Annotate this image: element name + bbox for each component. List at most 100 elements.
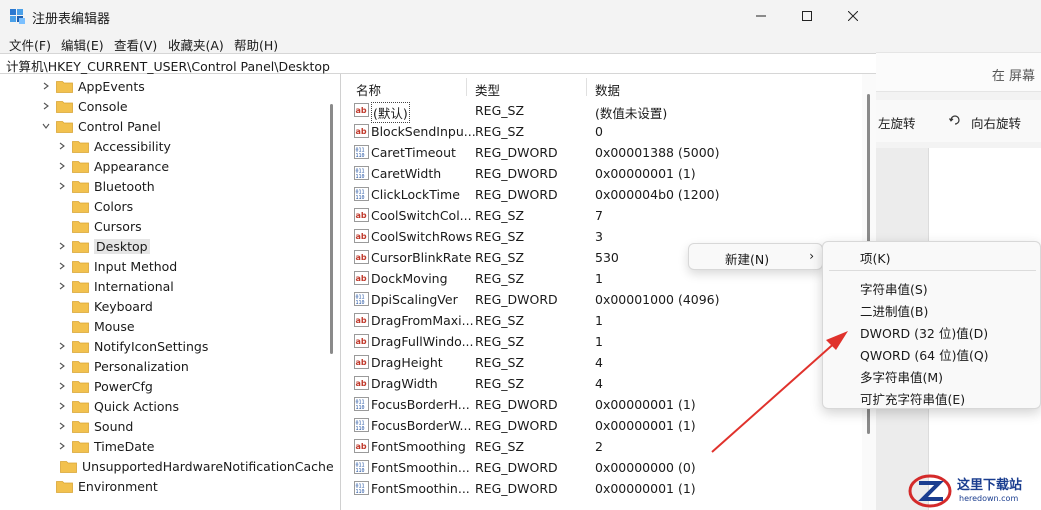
tree-item[interactable]: NotifyIconSettings <box>0 336 330 356</box>
table-row[interactable]: 011 110 FontSmoothin... REG_DWORD 0x00000000… <box>346 457 858 478</box>
tree-item[interactable]: Desktop <box>0 236 330 256</box>
tree-item[interactable]: Mouse <box>0 316 330 336</box>
minimize-button[interactable] <box>738 0 784 32</box>
chevron-right-icon[interactable] <box>40 76 52 96</box>
rotate-left-button[interactable]: 左旋转 <box>878 113 916 132</box>
tree-item[interactable]: Cursors <box>0 216 330 236</box>
column-separator[interactable] <box>466 78 467 96</box>
menu-help[interactable]: 帮助(H) <box>234 35 278 54</box>
value-data: 3 <box>595 229 603 244</box>
chevron-right-icon[interactable] <box>40 96 52 116</box>
table-row[interactable]: ab DragHeight REG_SZ 4 <box>346 352 858 373</box>
table-row[interactable]: 011 110 FontSmoothin... REG_DWORD 0x00000001… <box>346 478 858 499</box>
table-row[interactable]: ab (默认) REG_SZ (数值未设置) <box>346 100 858 123</box>
rotate-right-button[interactable]: 向右旋转 <box>971 113 1021 132</box>
submenu-item-key[interactable]: 项(K) <box>860 248 890 267</box>
chevron-right-icon[interactable] <box>56 396 68 416</box>
menu-view[interactable]: 查看(V) <box>114 35 157 54</box>
chevron-down-icon[interactable] <box>40 116 52 136</box>
value-name: CaretTimeout <box>371 145 456 160</box>
table-row[interactable]: ab BlockSendInpu... REG_SZ 0 <box>346 121 858 142</box>
table-row[interactable]: 011 110 FocusBorderW... REG_DWORD 0x00000001… <box>346 415 858 436</box>
tree-item[interactable]: Input Method <box>0 256 330 276</box>
tree-item-label: Appearance <box>94 158 170 174</box>
tree-item-label: Environment <box>78 478 158 494</box>
table-row[interactable]: 011 110 FocusBorderH... REG_DWORD 0x00000001… <box>346 394 858 415</box>
close-button[interactable] <box>830 0 876 32</box>
tree-item[interactable]: Keyboard <box>0 296 330 316</box>
chevron-right-icon[interactable] <box>56 416 68 436</box>
tree-item[interactable]: Sound <box>0 416 330 436</box>
table-row[interactable]: 011 110 CaretTimeout REG_DWORD 0x00001388 (5… <box>346 142 858 163</box>
chevron-right-icon[interactable] <box>56 256 68 276</box>
table-row[interactable]: ab DragFromMaxi... REG_SZ 1 <box>346 310 858 331</box>
column-separator[interactable] <box>586 78 587 96</box>
menu-favorites[interactable]: 收藏夹(A) <box>168 35 224 54</box>
chevron-right-icon[interactable] <box>56 376 68 396</box>
tree-item[interactable]: Bluetooth <box>0 176 330 196</box>
chevron-right-icon[interactable] <box>56 276 68 296</box>
tree-item[interactable]: Environment <box>0 476 330 496</box>
table-row[interactable]: ab DockMoving REG_SZ 1 <box>346 268 858 289</box>
chevron-right-icon[interactable] <box>56 136 68 156</box>
submenu-item-binary-value[interactable]: 二进制值(B) <box>860 301 928 320</box>
string-value-icon: ab <box>354 208 369 222</box>
tree-item[interactable]: TimeDate <box>0 436 330 456</box>
folder-icon <box>72 140 89 153</box>
tree-item[interactable]: Control Panel <box>0 116 330 136</box>
tree-scrollbar[interactable] <box>330 104 333 354</box>
submenu-item-qword-value[interactable]: QWORD (64 位)值(Q) <box>860 345 989 364</box>
table-row[interactable]: 011 110 DpiScalingVer REG_DWORD 0x00001000 (… <box>346 289 858 310</box>
column-header-type[interactable]: 类型 <box>475 80 500 99</box>
menu-file[interactable]: 文件(F) <box>9 35 51 54</box>
string-value-icon: ab <box>354 376 369 390</box>
table-row[interactable]: ab FontSmoothing REG_SZ 2 <box>346 436 858 457</box>
tree-item-label: Console <box>78 98 128 114</box>
tree-item[interactable]: International <box>0 276 330 296</box>
folder-icon <box>72 220 89 233</box>
tree-item[interactable]: Console <box>0 96 330 116</box>
string-value-icon: ab <box>354 271 369 285</box>
chevron-right-icon[interactable] <box>56 176 68 196</box>
maximize-button[interactable] <box>784 0 830 32</box>
tree-item[interactable]: Personalization <box>0 356 330 376</box>
folder-icon <box>72 180 89 193</box>
value-data: 0x00000001 (1) <box>595 166 696 181</box>
svg-text:ab: ab <box>356 211 367 220</box>
table-row[interactable]: ab DragWidth REG_SZ 4 <box>346 373 858 394</box>
string-value-icon: ab <box>354 124 369 138</box>
column-header-data[interactable]: 数据 <box>595 80 620 99</box>
submenu-item-string-value[interactable]: 字符串值(S) <box>860 279 928 298</box>
maximize-icon <box>802 11 812 21</box>
svg-text:110: 110 <box>356 300 365 306</box>
tree-item[interactable]: Accessibility <box>0 136 330 156</box>
table-row[interactable]: 011 110 CaretWidth REG_DWORD 0x00000001 (1) <box>346 163 858 184</box>
tree-item[interactable]: UnsupportedHardwareNotificationCache <box>0 456 334 476</box>
submenu-item-multi-string-value[interactable]: 多字符串值(M) <box>860 367 943 386</box>
string-value-icon: ab <box>354 229 369 243</box>
folder-icon <box>72 260 89 273</box>
value-data: 4 <box>595 355 603 370</box>
tree-item[interactable]: Quick Actions <box>0 396 330 416</box>
chevron-right-icon[interactable] <box>56 236 68 256</box>
table-row[interactable]: ab CoolSwitchCol... REG_SZ 7 <box>346 205 858 226</box>
address-bar[interactable]: 计算机\HKEY_CURRENT_USER\Control Panel\Desk… <box>0 53 876 74</box>
table-row[interactable]: 011 110 ClickLockTime REG_DWORD 0x000004b0 (… <box>346 184 858 205</box>
tree-item[interactable]: Colors <box>0 196 330 216</box>
tree-item[interactable]: AppEvents <box>0 76 330 96</box>
chevron-right-icon[interactable] <box>56 336 68 356</box>
menu-edit[interactable]: 编辑(E) <box>61 35 104 54</box>
tree-item[interactable]: Appearance <box>0 156 330 176</box>
submenu-item-expandable-string-value[interactable]: 可扩充字符串值(E) <box>860 389 965 408</box>
menu-item-new[interactable]: 新建(N) <box>725 249 769 268</box>
chevron-right-icon[interactable] <box>56 436 68 456</box>
chevron-right-icon[interactable] <box>56 156 68 176</box>
column-header-name[interactable]: 名称 <box>356 80 381 99</box>
table-row[interactable]: ab DragFullWindo... REG_SZ 1 <box>346 331 858 352</box>
value-type: REG_SZ <box>475 439 525 454</box>
submenu-item-dword-value[interactable]: DWORD (32 位)值(D) <box>860 323 988 342</box>
chevron-right-icon[interactable] <box>56 356 68 376</box>
background-search-bar[interactable]: 在 屏幕 <box>876 52 1041 92</box>
tree-item[interactable]: PowerCfg <box>0 376 330 396</box>
